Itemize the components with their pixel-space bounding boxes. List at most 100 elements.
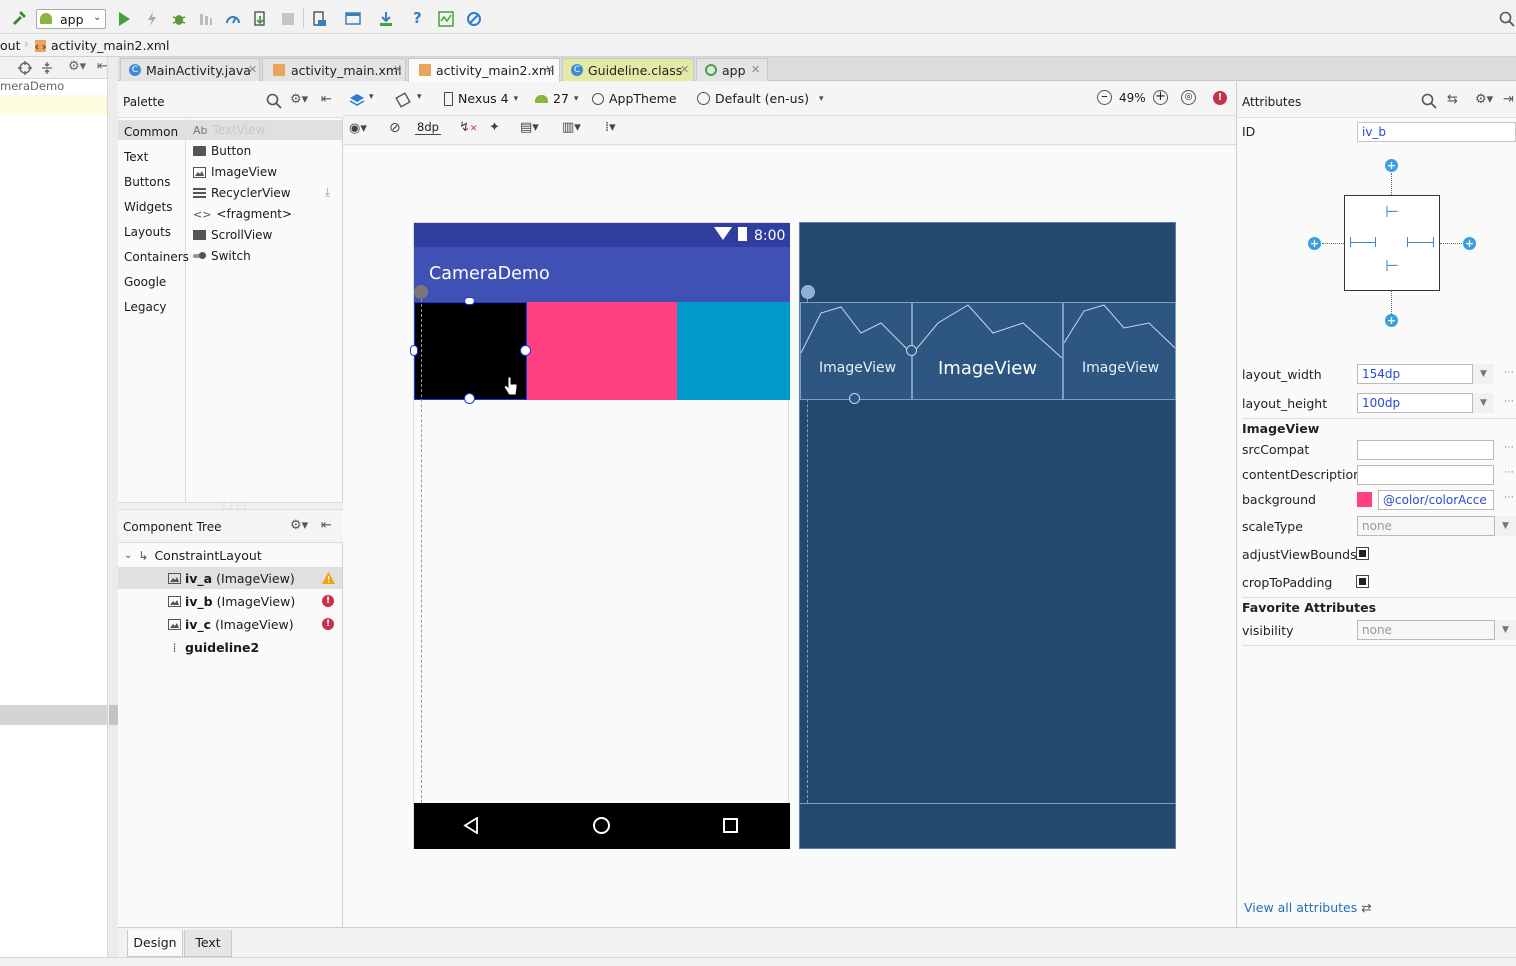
background-color-swatch[interactable]: [1357, 492, 1372, 507]
background-field[interactable]: @color/colorAcce: [1378, 490, 1494, 510]
zoom-out-icon[interactable]: –: [1097, 90, 1112, 105]
more-icon[interactable]: ⋯: [1504, 492, 1514, 503]
tab-design[interactable]: Design: [127, 930, 183, 957]
chevron-down-icon[interactable]: ▼: [1472, 364, 1494, 384]
project-panel-scrollbar[interactable]: [107, 57, 118, 966]
tab-activity-main2[interactable]: activity_main2.xml ✕: [408, 58, 560, 82]
orientation-icon[interactable]: [395, 92, 411, 108]
no-sign-icon[interactable]: [466, 11, 482, 27]
close-icon[interactable]: ✕: [751, 63, 760, 76]
project-tree-item[interactable]: meraDemo: [0, 79, 118, 95]
search-everywhere-icon[interactable]: [1499, 11, 1515, 27]
palette-category-text[interactable]: Text: [124, 150, 148, 164]
adjust-view-bounds-checkbox[interactable]: [1356, 547, 1369, 560]
palette-item-button[interactable]: Button: [193, 144, 251, 158]
scrollbar-thumb[interactable]: [109, 705, 118, 725]
tree-row-iv-a[interactable]: iv_a (ImageView): [168, 571, 295, 586]
attach-process-icon[interactable]: [252, 11, 268, 27]
run-config-select[interactable]: app ⌄: [36, 9, 106, 29]
api-select[interactable]: 27 ▾: [535, 91, 578, 106]
crop-to-padding-checkbox[interactable]: [1356, 575, 1369, 588]
more-icon[interactable]: ⋯: [1504, 467, 1514, 478]
palette-item-fragment[interactable]: <> <fragment>: [193, 207, 292, 221]
iv-b-preview[interactable]: [527, 302, 677, 400]
clear-constraints-icon[interactable]: ↯✕: [459, 120, 477, 135]
resize-handle[interactable]: [464, 297, 475, 305]
back-icon[interactable]: [463, 817, 480, 834]
tab-mainactivity[interactable]: C MainActivity.java ✕: [120, 58, 260, 81]
autoconnect-icon[interactable]: ⊘: [389, 120, 401, 136]
guidelines-icon[interactable]: ⁞▾: [605, 120, 616, 135]
error-icon[interactable]: !: [1213, 91, 1227, 105]
chevron-down-icon[interactable]: ⌄: [124, 550, 132, 561]
add-constraint-bottom[interactable]: +: [1385, 314, 1398, 327]
tree-row-iv-b[interactable]: iv_b (ImageView): [168, 594, 295, 609]
attach-debugger-icon[interactable]: [198, 11, 214, 27]
sdk-manager-icon[interactable]: [378, 11, 394, 27]
panel-splitter[interactable]: ⋮⋮⋮⋮: [118, 501, 343, 510]
layers-icon[interactable]: [349, 92, 365, 108]
theme-select[interactable]: AppTheme: [592, 91, 677, 106]
tree-row-guideline2[interactable]: ⁞ guideline2: [168, 640, 260, 655]
palette-category-layouts[interactable]: Layouts: [124, 225, 171, 239]
palette-category-buttons[interactable]: Buttons: [124, 175, 170, 189]
recents-icon[interactable]: [723, 818, 738, 833]
error-icon[interactable]: !: [322, 618, 334, 630]
help-icon[interactable]: ?: [413, 9, 422, 27]
close-icon[interactable]: ✕: [680, 63, 689, 76]
default-margin-button[interactable]: 8dp: [415, 120, 441, 135]
resize-handle[interactable]: [410, 345, 418, 356]
locale-select[interactable]: Default (en-us) ▾: [697, 91, 824, 106]
iv-c-preview[interactable]: [677, 302, 790, 400]
vertical-constraint-top[interactable]: ⊢: [1385, 202, 1399, 221]
palette-item-recyclerview[interactable]: RecyclerView: [193, 186, 291, 200]
locate-icon[interactable]: [17, 60, 33, 76]
resize-handle[interactable]: [464, 393, 475, 404]
project-structure-icon[interactable]: [345, 11, 361, 27]
content-description-field[interactable]: [1357, 465, 1494, 485]
more-icon[interactable]: ⋯: [1504, 442, 1514, 453]
layout-height-field[interactable]: 100dp ▼: [1357, 393, 1494, 413]
stop-icon[interactable]: [280, 11, 296, 27]
warning-icon[interactable]: [322, 572, 335, 584]
close-icon[interactable]: ✕: [393, 63, 402, 76]
scale-type-select[interactable]: none ▼: [1357, 516, 1516, 536]
breadcrumb-prev[interactable]: out: [0, 38, 20, 53]
more-icon[interactable]: ⋯: [1504, 396, 1514, 407]
chevron-down-icon[interactable]: ▾: [369, 92, 374, 102]
horizontal-constraint-left[interactable]: [1350, 242, 1376, 243]
close-icon[interactable]: ✕: [248, 63, 257, 76]
tab-activity-main[interactable]: activity_main.xml ✕: [262, 58, 406, 81]
palette-category-widgets[interactable]: Widgets: [124, 200, 173, 214]
debug-icon[interactable]: [171, 11, 187, 27]
tree-row-iv-c[interactable]: iv_c (ImageView): [168, 617, 294, 632]
add-constraint-left[interactable]: +: [1308, 237, 1321, 250]
resize-handle[interactable]: [849, 393, 860, 404]
error-icon[interactable]: !: [322, 595, 334, 607]
apply-changes-icon[interactable]: [144, 11, 160, 27]
palette-category-google[interactable]: Google: [124, 275, 166, 289]
profile-icon[interactable]: [225, 11, 241, 27]
zoom-in-icon[interactable]: +: [1153, 90, 1168, 105]
gear-icon[interactable]: ⚙▾: [290, 92, 308, 107]
eye-icon[interactable]: ◉▾: [349, 121, 367, 136]
hide-panel-icon[interactable]: ⇥: [1503, 92, 1514, 107]
palette-category-common[interactable]: Common: [124, 125, 178, 139]
tree-root-row[interactable]: ⌄ ↳ ConstraintLayout: [124, 548, 262, 563]
run-icon[interactable]: [116, 11, 132, 27]
blueprint-iv-c[interactable]: ImageView: [1063, 302, 1176, 400]
add-constraint-right[interactable]: +: [1463, 237, 1476, 250]
tab-app[interactable]: app ✕: [696, 58, 768, 81]
resize-handle[interactable]: [906, 345, 917, 356]
breadcrumb-file[interactable]: activity_main2.xml: [51, 38, 170, 53]
collapse-all-icon[interactable]: [39, 60, 55, 76]
more-icon[interactable]: ⋯: [1504, 367, 1514, 378]
search-icon[interactable]: [266, 93, 282, 109]
add-constraint-top[interactable]: +: [1385, 159, 1398, 172]
chevron-down-icon[interactable]: ▾: [417, 92, 422, 102]
infer-constraints-icon[interactable]: ✦: [489, 120, 500, 135]
chevron-down-icon[interactable]: ▼: [1494, 516, 1516, 536]
blueprint-iv-a[interactable]: ImageView: [800, 302, 912, 400]
align-icon[interactable]: ▥▾: [562, 120, 581, 135]
build-hammer-icon[interactable]: [12, 10, 28, 26]
